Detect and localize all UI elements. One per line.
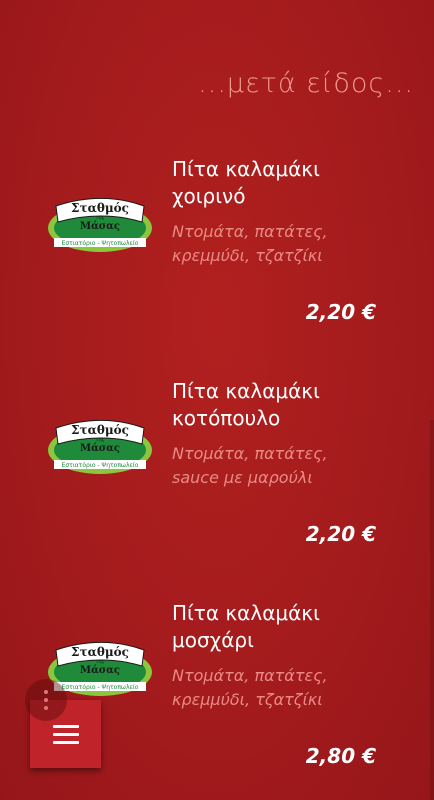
item-description: Ντομάτα, πατάτες, κρεμμύδι, τζατζίκι	[172, 666, 328, 709]
section-heading: ...μετά είδος...	[198, 68, 414, 99]
menu-item[interactable]: Σταθμός της Μάσας Εστιατόριο - Ψητοπωλεί…	[0, 372, 434, 572]
item-price: 2,20 €	[305, 522, 376, 546]
logo-tagline: Εστιατόριο - Ψητοπωλείο	[62, 240, 139, 247]
more-vert-icon	[44, 690, 48, 710]
item-title: Πίτα καλαμάκι κοτόπουλο	[172, 379, 320, 430]
logo-name2: Μάσας	[80, 443, 120, 454]
item-price: 2,80 €	[305, 744, 376, 768]
logo-name: Σταθμός	[71, 645, 129, 659]
item-description: Ντομάτα, πατάτες, κρεμμύδι, τζατζίκι	[172, 222, 328, 265]
hamburger-icon	[52, 724, 79, 744]
item-title: Πίτα καλαμάκι χοιρινό	[172, 157, 320, 208]
item-price: 2,20 €	[305, 300, 376, 324]
logo-name: Σταθμός	[71, 201, 129, 215]
logo-name2: Μάσας	[80, 665, 120, 676]
restaurant-logo: Σταθμός της Μάσας Εστιατόριο - Ψητοπωλεί…	[48, 198, 152, 252]
logo-name2: Μάσας	[80, 221, 120, 232]
restaurant-logo: Σταθμός της Μάσας Εστιατόριο - Ψητοπωλεί…	[48, 420, 152, 474]
logo-tagline: Εστιατόριο - Ψητοπωλείο	[62, 684, 139, 691]
menu-item[interactable]: Σταθμός της Μάσας Εστιατόριο - Ψητοπωλεί…	[0, 150, 434, 350]
more-button[interactable]	[25, 679, 67, 721]
scrollbar[interactable]	[430, 420, 434, 800]
item-title: Πίτα καλαμάκι μοσχάρι	[172, 601, 320, 652]
logo-name: Σταθμός	[71, 423, 129, 437]
logo-tagline: Εστιατόριο - Ψητοπωλείο	[62, 462, 139, 469]
item-description: Ντομάτα, πατάτες, sauce με μαρούλι	[172, 444, 328, 487]
